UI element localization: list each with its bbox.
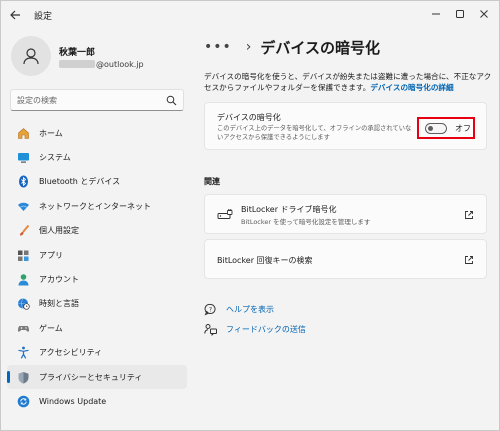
sidebar-item-label: アプリ — [39, 250, 63, 260]
home-icon — [17, 127, 30, 140]
close-button[interactable] — [473, 5, 495, 23]
sidebar-nav: ホーム システム Bluetooth とデバイス ネットワークとインターネット … — [7, 121, 187, 414]
learn-more-link[interactable]: デバイスの暗号化の詳細 — [370, 83, 453, 92]
user-icon — [23, 48, 39, 65]
account-email: @outlook.jp — [96, 59, 144, 69]
page-title: デバイスの暗号化 — [260, 38, 380, 57]
sidebar-item-label: システム — [39, 153, 71, 163]
recovery-key-title: BitLocker 回復キーの検索 — [217, 256, 313, 265]
account-name: 秋葉一郎 — [59, 48, 96, 58]
device-encryption-title: デバイスの暗号化 — [217, 113, 281, 122]
device-encryption-subtitle: このデバイス上のデータを暗号化して、オフラインの承認されていないアクセスから保護… — [217, 125, 412, 141]
title-bar: 設定 — [1, 1, 499, 29]
bluetooth-icon — [17, 175, 30, 188]
avatar[interactable] — [11, 36, 51, 76]
bitlocker-title: BitLocker ドライブ暗号化 — [241, 205, 337, 214]
bitlocker-drive-icon — [217, 209, 233, 219]
external-link-icon — [465, 256, 473, 264]
get-help-label: ヘルプを表示 — [226, 304, 274, 314]
globe-clock-icon — [17, 297, 30, 311]
settings-window: 設定 秋葉一郎 @outlook.jp ホーム — [0, 0, 500, 431]
sidebar-item-label: アクセシビリティ — [39, 348, 103, 358]
email-redaction — [59, 60, 95, 68]
accessibility-icon — [17, 346, 30, 359]
breadcrumb: ••• › デバイスの暗号化 — [204, 35, 380, 59]
update-icon — [17, 395, 30, 408]
svg-text:?: ? — [209, 306, 212, 313]
page-description: デバイスの暗号化を使うと、デバイスが紛失または盗難に遭った場合に、不正なアクセス… — [204, 71, 494, 93]
shield-icon — [17, 371, 30, 384]
search-icon[interactable] — [166, 95, 177, 106]
sidebar-item-label: Bluetooth とデバイス — [39, 177, 121, 187]
window-title: 設定 — [34, 12, 53, 22]
sidebar-item-label: 時刻と言語 — [39, 299, 79, 309]
sidebar-item-accessibility[interactable]: アクセシビリティ — [7, 341, 187, 365]
help-icon: ? — [204, 303, 217, 316]
recovery-key-card[interactable]: BitLocker 回復キーの検索 — [204, 239, 487, 279]
device-encryption-card: デバイスの暗号化 このデバイス上のデータを暗号化して、オフラインの承認されていな… — [204, 102, 487, 150]
maximize-icon — [456, 10, 464, 18]
back-button[interactable] — [7, 7, 23, 23]
sidebar-item-label: Windows Update — [39, 396, 107, 406]
get-help-link[interactable]: ? ヘルプを表示 — [204, 302, 274, 316]
search-box[interactable] — [10, 89, 184, 111]
gamepad-icon — [17, 322, 30, 335]
sidebar-item-system[interactable]: システム — [7, 145, 187, 169]
sidebar-item-personalization[interactable]: 個人用設定 — [7, 219, 187, 243]
sidebar-item-label: ホーム — [39, 128, 63, 138]
wifi-icon — [17, 200, 30, 213]
sidebar-item-windows-update[interactable]: Windows Update — [7, 389, 187, 413]
search-input[interactable] — [17, 94, 157, 107]
account-email-row: @outlook.jp — [59, 59, 144, 69]
sidebar-item-bluetooth[interactable]: Bluetooth とデバイス — [7, 170, 187, 194]
sidebar-item-privacy-security[interactable]: プライバシーとセキュリティ — [7, 364, 187, 390]
sidebar-item-gaming[interactable]: ゲーム — [7, 316, 187, 340]
apps-icon — [17, 249, 30, 262]
maximize-button[interactable] — [449, 5, 471, 23]
sidebar-item-home[interactable]: ホーム — [7, 121, 187, 145]
bitlocker-subtitle: BitLocker を使って暗号化設定を管理します — [241, 218, 371, 226]
minimize-button[interactable] — [425, 5, 447, 23]
feedback-icon — [204, 323, 217, 336]
close-icon — [480, 10, 488, 18]
sidebar-item-apps[interactable]: アプリ — [7, 243, 187, 267]
related-heading: 関連 — [204, 177, 220, 186]
minimize-icon — [432, 13, 440, 15]
sidebar-item-accounts[interactable]: アカウント — [7, 267, 187, 291]
breadcrumb-more-button[interactable]: ••• — [204, 39, 232, 55]
sidebar-item-label: プライバシーとセキュリティ — [39, 372, 143, 382]
feedback-label: フィードバックの送信 — [226, 324, 306, 334]
sidebar-item-network[interactable]: ネットワークとインターネット — [7, 194, 187, 218]
sidebar-item-label: ゲーム — [39, 323, 63, 333]
brush-icon — [17, 224, 30, 237]
sidebar-item-label: 個人用設定 — [39, 226, 79, 236]
chevron-right-icon: › — [245, 39, 252, 55]
back-arrow-icon — [9, 10, 20, 20]
bitlocker-card[interactable]: BitLocker ドライブ暗号化 BitLocker を使って暗号化設定を管理… — [204, 194, 487, 234]
sidebar-item-label: アカウント — [39, 275, 79, 285]
sidebar-item-label: ネットワークとインターネット — [39, 201, 151, 211]
external-link-icon — [465, 211, 473, 219]
sidebar-item-time-language[interactable]: 時刻と言語 — [7, 292, 187, 316]
feedback-link[interactable]: フィードバックの送信 — [204, 322, 306, 336]
system-icon — [17, 151, 30, 164]
highlight-box — [417, 117, 475, 139]
account-icon — [17, 273, 30, 286]
